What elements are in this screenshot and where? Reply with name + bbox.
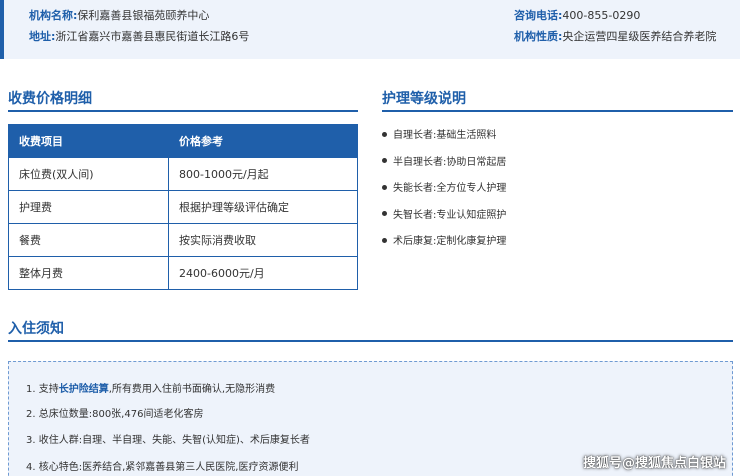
nature-row: 机构性质:央企运营四星级医养结合养老院 (514, 30, 716, 44)
nature-value: 央企运营四星级医养结合养老院 (562, 30, 717, 43)
care-level-list: 自理长者:基础生活照料 半自理长者:协助日常起居 失能长者:全方位专人护理 失智… (382, 126, 506, 259)
org-name-row: 机构名称:保利嘉善县银福苑颐养中心 (29, 9, 209, 23)
notice-item-1: 1. 支持长护险结算,所有费用入住前书面确认,无隐形消费 (26, 383, 275, 397)
phone-row: 咨询电话:400-855-0290 (514, 9, 640, 23)
list-item: 自理长者:基础生活照料 (382, 126, 506, 153)
notice-item-1-suffix: ,所有费用入住前书面确认,无隐形消费 (108, 384, 276, 395)
fee-price-cell: 2400-6000元/月 (168, 256, 358, 290)
table-row: 餐费 按实际消费收取 (8, 223, 358, 257)
list-item: 失能长者:全方位专人护理 (382, 179, 506, 206)
fee-price-cell: 800-1000元/月起 (168, 157, 358, 191)
address-row: 地址:浙江省嘉兴市嘉善县惠民街道长江路6号 (29, 30, 249, 44)
notice-item-1-prefix: 1. 支持 (26, 384, 59, 395)
list-item: 半自理长者:协助日常起居 (382, 153, 506, 180)
care-level-text: 术后康复:定制化康复护理 (393, 236, 507, 247)
bullet-icon (382, 158, 387, 163)
fee-item-cell: 整体月费 (8, 256, 169, 290)
org-name-value: 保利嘉善县银福苑颐养中心 (77, 9, 210, 22)
fee-item-cell: 护理费 (8, 190, 169, 224)
bullet-icon (382, 184, 387, 190)
table-row: 整体月费 2400-6000元/月 (8, 256, 358, 290)
care-section-underline (382, 110, 733, 112)
org-name-label: 机构名称: (29, 9, 78, 22)
table-row: 床位费(双人间) 800-1000元/月起 (8, 157, 358, 191)
notice-section-underline (8, 340, 733, 342)
address-value: 浙江省嘉兴市嘉善县惠民街道长江路6号 (55, 30, 250, 43)
column-header-item: 收费项目 (8, 124, 169, 158)
column-header-price: 价格参考 (168, 124, 358, 158)
notice-section-title: 入住须知 (8, 321, 64, 337)
notice-item-1-highlight: 长护险结算 (58, 384, 109, 395)
bullet-icon (382, 131, 387, 137)
phone-label: 咨询电话: (514, 9, 563, 22)
care-section-title: 护理等级说明 (382, 91, 466, 107)
nature-label: 机构性质: (514, 30, 563, 43)
phone-value[interactable]: 400-855-0290 (562, 9, 640, 22)
fee-section-title: 收费价格明细 (8, 91, 92, 107)
care-level-text: 半自理长者:协助日常起居 (393, 156, 507, 168)
fee-item-cell: 床位费(双人间) (8, 157, 169, 191)
watermark: 搜狐号@搜狐焦点白银站 (582, 456, 726, 471)
bullet-icon (382, 211, 387, 216)
notice-item-4: 4. 核心特色:医养结合,紧邻嘉善县第三人民医院,医疗资源便利 (26, 462, 299, 473)
notice-item-3: 3. 收住人群:自理、半自理、失能、失智(认知症)、术后康复长者 (26, 435, 310, 446)
list-item: 术后康复:定制化康复护理 (382, 232, 506, 259)
fee-table-header: 收费项目 价格参考 (8, 124, 358, 158)
care-level-text: 自理长者:基础生活照料 (393, 130, 497, 141)
fee-table: 收费项目 价格参考 床位费(双人间) 800-1000元/月起 护理费 根据护理… (8, 124, 358, 290)
care-level-text: 失智长者:专业认知症照护 (393, 209, 507, 221)
fee-price-cell: 按实际消费收取 (168, 223, 358, 257)
institution-info-panel: 机构名称:保利嘉善县银福苑颐养中心 地址:浙江省嘉兴市嘉善县惠民街道长江路6号 … (0, 0, 740, 59)
table-row: 护理费 根据护理等级评估确定 (8, 190, 358, 224)
fee-item-cell: 餐费 (8, 223, 169, 257)
address-label: 地址: (29, 30, 56, 43)
bullet-icon (382, 237, 387, 243)
fee-price-cell: 根据护理等级评估确定 (168, 190, 358, 224)
notice-item-2: 2. 总床位数量:800张,476间适老化客房 (26, 409, 204, 420)
care-level-text: 失能长者:全方位专人护理 (393, 183, 507, 194)
fee-section-underline (8, 110, 358, 112)
list-item: 失智长者:专业认知症照护 (382, 206, 506, 233)
